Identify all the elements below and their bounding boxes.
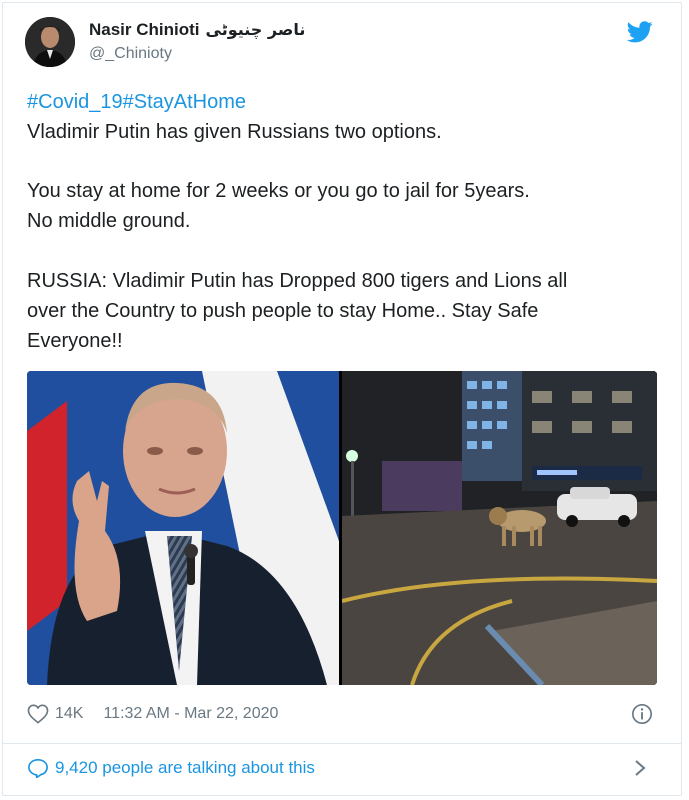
- comment-bubble-icon: [28, 758, 48, 778]
- author-name-latin[interactable]: Nasir Chinioti: [89, 20, 200, 39]
- photo-lion-street[interactable]: [342, 371, 657, 685]
- divider: [3, 743, 681, 744]
- tweet-text-line: over the Country to push people to stay …: [27, 300, 539, 322]
- hashtags: #Covid_19#StayAtHome: [27, 87, 246, 117]
- avatar[interactable]: [25, 17, 75, 67]
- author-handle[interactable]: @_Chinioty: [89, 45, 172, 63]
- conversation-link[interactable]: 9,420 people are talking about this: [27, 755, 315, 781]
- tweet-text-line: No middle ground.: [27, 210, 191, 232]
- like-count[interactable]: 14K: [55, 705, 83, 723]
- conversation-label[interactable]: 9,420 people are talking about this: [55, 758, 315, 778]
- twitter-bird-icon[interactable]: [627, 21, 653, 43]
- hashtag-covid[interactable]: #Covid_19: [27, 91, 123, 113]
- embedded-tweet-card: Nasir Chinioti ناصر چنیوٹی @_Chinioty #Co…: [2, 2, 682, 796]
- timestamp[interactable]: 11:32 AM - Mar 22, 2020: [103, 705, 278, 723]
- tweet-media[interactable]: [27, 371, 657, 685]
- tweet-text-line: Vladimir Putin has given Russians two op…: [27, 121, 442, 143]
- hashtag-stayathome[interactable]: #StayAtHome: [123, 91, 246, 113]
- info-icon[interactable]: [631, 703, 653, 725]
- tweet-text-line: You stay at home for 2 weeks or you go t…: [27, 180, 530, 202]
- tweet-footer: 14K 11:32 AM - Mar 22, 2020: [27, 701, 278, 727]
- tweet-text-line: Everyone!!: [27, 330, 123, 352]
- heart-icon[interactable]: [27, 704, 49, 724]
- author-name-urdu[interactable]: ناصر چنیوٹی: [206, 20, 306, 39]
- author-name[interactable]: Nasir Chinioti ناصر چنیوٹی: [89, 20, 305, 40]
- photo-putin[interactable]: [27, 371, 339, 685]
- chevron-right-icon[interactable]: [633, 758, 647, 778]
- tweet-text-line: RUSSIA: Vladimir Putin has Dropped 800 t…: [27, 270, 568, 292]
